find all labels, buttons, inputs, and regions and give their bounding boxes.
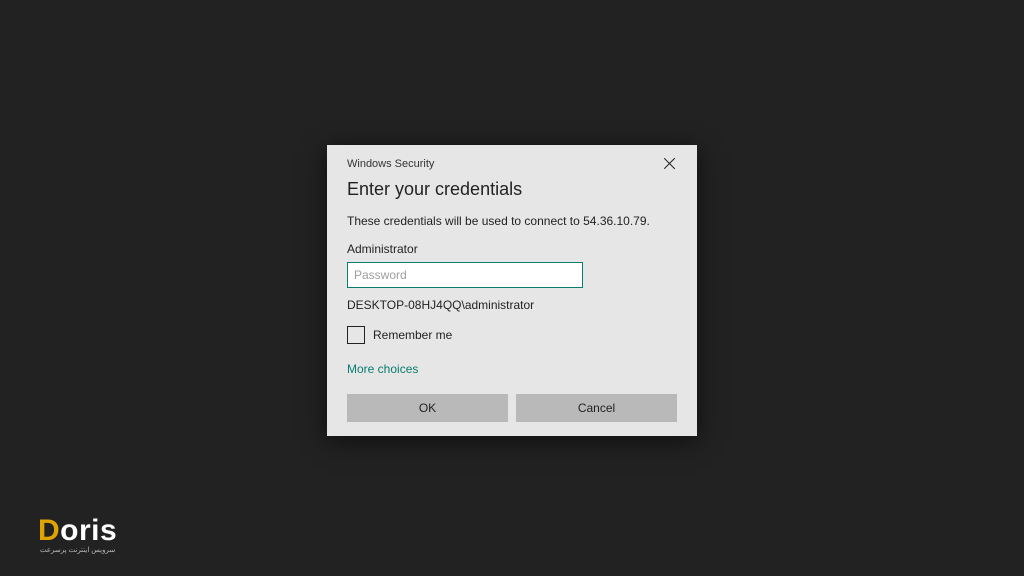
domain-user-text: DESKTOP-08HJ4QQ\administrator [347,298,677,312]
dialog-window-title: Windows Security [347,158,434,170]
remember-me-checkbox[interactable]: Remember me [347,326,677,344]
dialog-description: These credentials will be used to connec… [347,214,677,228]
remember-me-label: Remember me [373,328,452,342]
brand-logo: Doris سرویس اینترنت پرسرعت [38,514,117,554]
ok-button[interactable]: OK [347,394,508,422]
cancel-button[interactable]: Cancel [516,394,677,422]
dialog-button-row: OK Cancel [347,394,677,422]
dialog-titlebar: Windows Security [347,157,677,171]
brand-logo-rest: oris [60,514,117,547]
close-icon[interactable] [663,157,677,171]
checkbox-icon [347,326,365,344]
more-choices-link[interactable]: More choices [347,362,418,376]
username-label: Administrator [347,242,677,256]
desktop-background: Windows Security Enter your credentials … [0,0,1024,576]
brand-logo-accent: D [38,514,60,548]
dialog-heading: Enter your credentials [347,179,677,200]
credential-dialog: Windows Security Enter your credentials … [327,145,697,436]
password-input[interactable] [347,262,583,288]
